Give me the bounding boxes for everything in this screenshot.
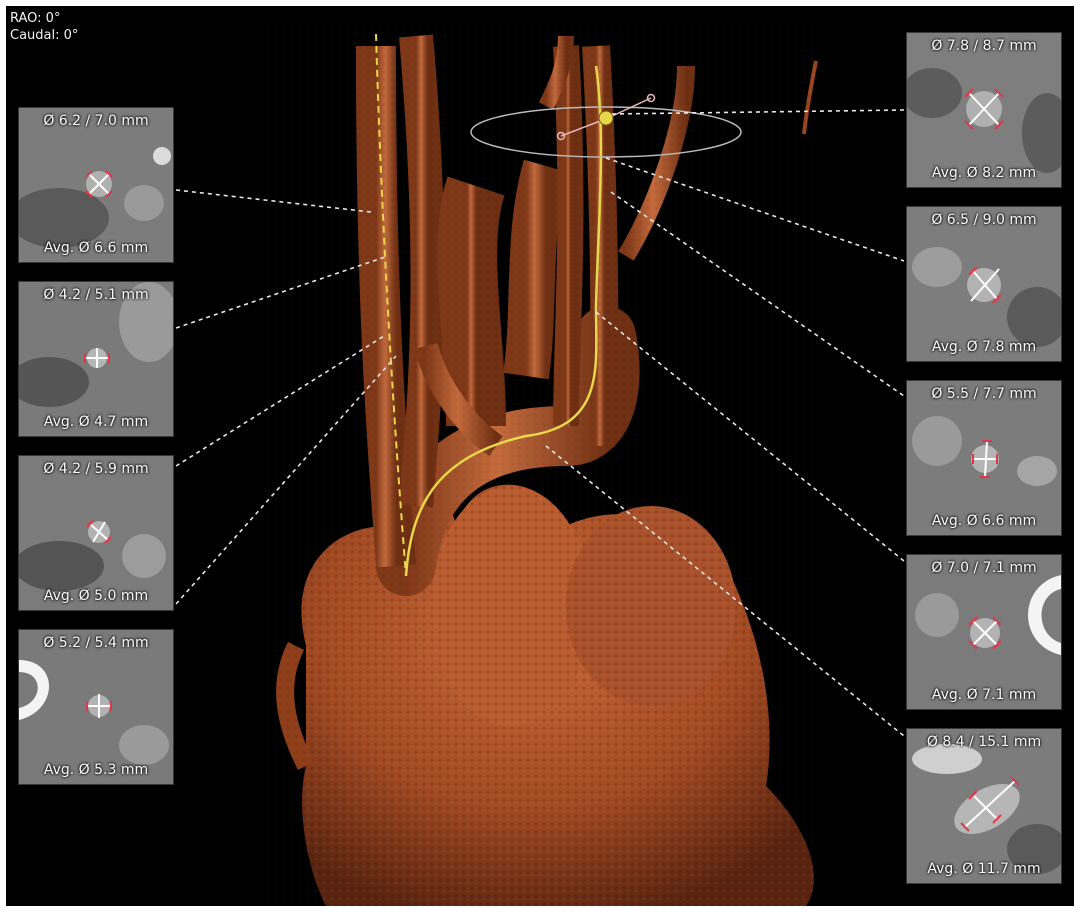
ct-slice-image (19, 630, 173, 784)
diameter-label: Ø 6.2 / 7.0 mm (43, 113, 149, 129)
orientation-readout: RAO: 0° Caudal: 0° (10, 10, 78, 44)
cross-section-panel-right-2[interactable]: Ø 6.5 / 9.0 mm Avg. Ø 7.8 mm (906, 206, 1062, 362)
average-diameter-label: Avg. Ø 6.6 mm (43, 240, 149, 256)
average-diameter-label: Avg. Ø 6.6 mm (931, 513, 1037, 529)
ct-slice-image (907, 555, 1061, 709)
average-diameter-label: Avg. Ø 5.0 mm (43, 588, 149, 604)
ct-slice-image (19, 108, 173, 262)
cross-section-panel-left-1[interactable]: Ø 6.2 / 7.0 mm Avg. Ø 6.6 mm (18, 107, 174, 263)
average-diameter-label: Avg. Ø 7.8 mm (931, 339, 1037, 355)
diameter-label: Ø 8.4 / 15.1 mm (926, 734, 1042, 750)
ct-slice-image (907, 381, 1061, 535)
cross-section-panel-right-3[interactable]: Ø 5.5 / 7.7 mm Avg. Ø 6.6 mm (906, 380, 1062, 536)
average-diameter-label: Avg. Ø 7.1 mm (931, 687, 1037, 703)
caudal-angle: Caudal: 0° (10, 28, 79, 43)
cross-section-panel-left-4[interactable]: Ø 5.2 / 5.4 mm Avg. Ø 5.3 mm (18, 629, 174, 785)
ct-slice-image (907, 33, 1061, 187)
diameter-label: Ø 4.2 / 5.9 mm (43, 461, 149, 477)
ct-slice-image (19, 282, 173, 436)
rao-angle: RAO: 0° (10, 11, 61, 26)
ct-slice-image (907, 207, 1061, 361)
average-diameter-label: Avg. Ø 11.7 mm (927, 861, 1041, 877)
ct-slice-image (19, 456, 173, 610)
volume-render-viewport[interactable]: RAO: 0° Caudal: 0° Ø 6.2 / 7.0 mm Avg. Ø… (6, 6, 1074, 906)
cross-section-panel-left-2[interactable]: Ø 4.2 / 5.1 mm Avg. Ø 4.7 mm (18, 281, 174, 437)
diameter-label: Ø 4.2 / 5.1 mm (43, 287, 149, 303)
diameter-label: Ø 7.0 / 7.1 mm (931, 560, 1037, 576)
cross-section-panel-right-1[interactable]: Ø 7.8 / 8.7 mm Avg. Ø 8.2 mm (906, 32, 1062, 188)
diameter-label: Ø 5.5 / 7.7 mm (931, 386, 1037, 402)
ct-slice-image (907, 729, 1061, 883)
diameter-label: Ø 7.8 / 8.7 mm (931, 38, 1037, 54)
cross-section-panel-right-4[interactable]: Ø 7.0 / 7.1 mm Avg. Ø 7.1 mm (906, 554, 1062, 710)
average-diameter-label: Avg. Ø 5.3 mm (43, 762, 149, 778)
average-diameter-label: Avg. Ø 8.2 mm (931, 165, 1037, 181)
cross-section-panel-right-5[interactable]: Ø 8.4 / 15.1 mm Avg. Ø 11.7 mm (906, 728, 1062, 884)
average-diameter-label: Avg. Ø 4.7 mm (43, 414, 149, 430)
cross-section-panel-left-3[interactable]: Ø 4.2 / 5.9 mm Avg. Ø 5.0 mm (18, 455, 174, 611)
diameter-label: Ø 6.5 / 9.0 mm (931, 212, 1037, 228)
diameter-label: Ø 5.2 / 5.4 mm (43, 635, 149, 651)
